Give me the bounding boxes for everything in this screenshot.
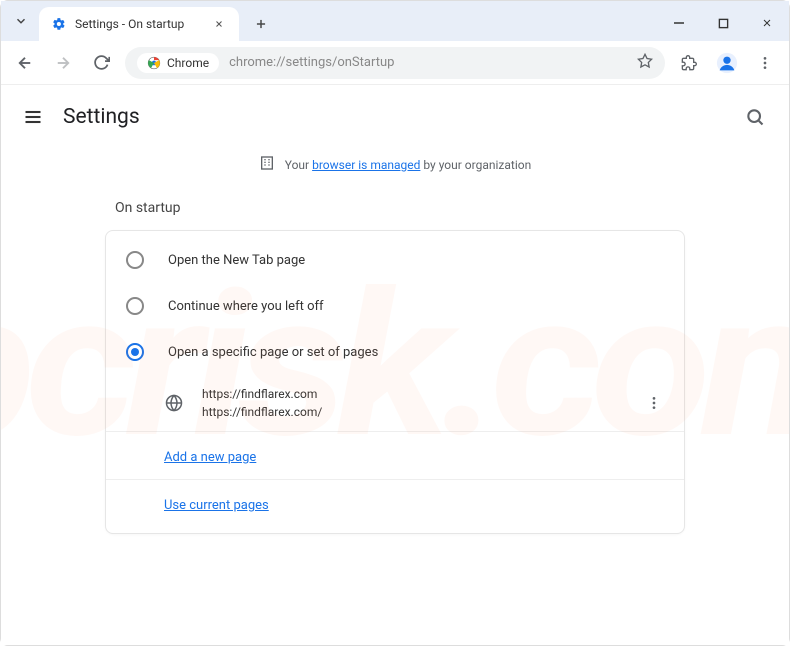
use-current-link[interactable]: Use current pages <box>164 498 269 513</box>
tab-search-dropdown[interactable] <box>9 9 33 33</box>
settings-header: Settings <box>1 85 789 149</box>
hamburger-icon[interactable] <box>21 105 45 129</box>
minimize-button[interactable] <box>665 9 693 37</box>
address-bar[interactable]: Chrome chrome://settings/onStartup <box>125 47 665 79</box>
tab-title: Settings - On startup <box>75 17 203 31</box>
managed-text: Your browser is managed by your organiza… <box>285 158 531 172</box>
use-current-row: Use current pages <box>106 480 684 527</box>
radio-label: Continue where you left off <box>168 299 324 314</box>
menu-icon[interactable] <box>751 49 779 77</box>
managed-notice: Your browser is managed by your organiza… <box>1 149 789 188</box>
radio-icon <box>126 343 144 361</box>
startup-page-name: https://findflarex.com <box>202 385 626 403</box>
chrome-icon <box>147 56 161 70</box>
radio-continue[interactable]: Continue where you left off <box>106 283 684 329</box>
section-title: On startup <box>105 188 685 230</box>
search-icon[interactable] <box>741 103 769 131</box>
page-content: pcrisk.com Settings Your browser is mana… <box>1 85 789 645</box>
star-icon[interactable] <box>637 53 653 73</box>
add-page-link[interactable]: Add a new page <box>164 450 256 465</box>
radio-new-tab[interactable]: Open the New Tab page <box>106 237 684 283</box>
close-icon[interactable] <box>211 16 227 32</box>
globe-icon <box>164 393 184 413</box>
back-button[interactable] <box>11 49 39 77</box>
maximize-button[interactable] <box>709 9 737 37</box>
radio-label: Open a specific page or set of pages <box>168 345 378 360</box>
page-title: Settings <box>63 105 723 129</box>
close-button[interactable] <box>753 9 781 37</box>
profile-button[interactable] <box>713 49 741 77</box>
site-chip[interactable]: Chrome <box>137 53 219 73</box>
radio-icon <box>126 297 144 315</box>
url-text: chrome://settings/onStartup <box>229 55 627 70</box>
browser-tab[interactable]: Settings - On startup <box>39 7 239 41</box>
startup-page-url: https://findflarex.com/ <box>202 403 626 421</box>
reload-button[interactable] <box>87 49 115 77</box>
startup-section: On startup Open the New Tab page Continu… <box>95 188 695 534</box>
chrome-chip-label: Chrome <box>167 56 209 70</box>
radio-specific-pages[interactable]: Open a specific page or set of pages <box>106 329 684 375</box>
startup-card: Open the New Tab page Continue where you… <box>105 230 685 534</box>
radio-label: Open the New Tab page <box>168 253 305 268</box>
startup-page-text: https://findflarex.com https://findflare… <box>202 385 626 421</box>
browser-toolbar: Chrome chrome://settings/onStartup <box>1 41 789 85</box>
gear-icon <box>51 16 67 32</box>
startup-page-row: https://findflarex.com https://findflare… <box>106 375 684 431</box>
more-icon[interactable] <box>644 395 664 411</box>
radio-icon <box>126 251 144 269</box>
managed-link[interactable]: browser is managed <box>312 158 420 172</box>
building-icon <box>259 155 275 174</box>
forward-button[interactable] <box>49 49 77 77</box>
window-titlebar: Settings - On startup <box>1 1 789 41</box>
new-tab-button[interactable] <box>247 10 275 38</box>
add-page-row: Add a new page <box>106 432 684 479</box>
extensions-icon[interactable] <box>675 49 703 77</box>
window-controls <box>665 9 781 37</box>
